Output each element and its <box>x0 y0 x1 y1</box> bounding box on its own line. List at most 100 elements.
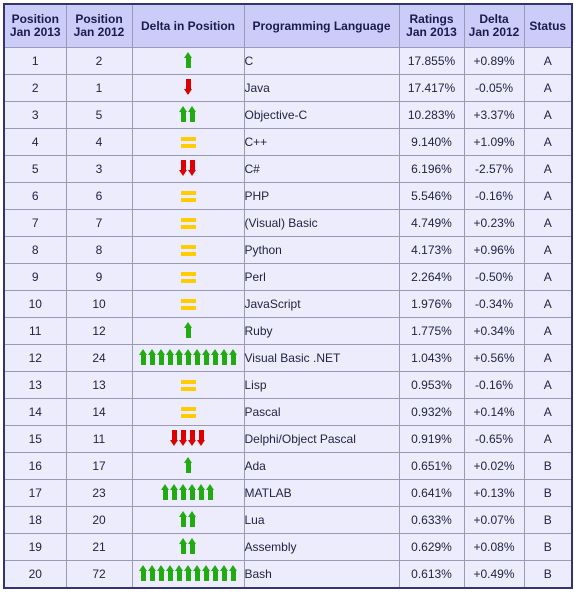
cell-status: B <box>523 533 573 561</box>
cell-ratings: 17.855% <box>398 47 465 75</box>
cell-ratings: 0.633% <box>398 506 465 534</box>
table-row: 2 1 Java 17.417% -0.05% A <box>3 74 573 102</box>
cell-position-2012: 2 <box>65 47 133 75</box>
tiobe-index-table: Position Jan 2013 Position Jan 2012 Delta in… <box>3 3 573 589</box>
cell-language: JavaScript <box>243 290 400 318</box>
equals-icon <box>180 136 196 148</box>
cell-language: Delphi/Object Pascal <box>243 425 400 453</box>
cell-position-2012: 72 <box>65 560 133 589</box>
cell-position-2013: 18 <box>3 506 67 534</box>
cell-status: A <box>523 398 573 426</box>
arrow-up-icon <box>219 348 229 365</box>
cell-status: A <box>523 425 573 453</box>
cell-position-2012: 21 <box>65 533 133 561</box>
arrow-up-icon <box>183 51 193 68</box>
equals-icon <box>180 217 196 229</box>
arrow-up-icon <box>161 483 170 500</box>
cell-language: C++ <box>243 128 400 156</box>
delta-up-arrows <box>131 101 245 129</box>
column-header-ratings: Ratings Jan 2013 <box>398 3 465 48</box>
cell-delta-rating: +0.13% <box>463 479 525 507</box>
table-row: 11 12 Ruby 1.775% +0.34% A <box>3 317 573 345</box>
cell-position-2012: 8 <box>65 236 133 264</box>
cell-delta-rating: +0.07% <box>463 506 525 534</box>
cell-position-2012: 14 <box>65 398 133 426</box>
arrow-group <box>183 78 193 95</box>
arrow-down-icon <box>188 159 197 176</box>
arrow-down-icon <box>197 429 206 446</box>
tiobe-table-container: Position Jan 2013 Position Jan 2012 Delta in… <box>0 0 574 589</box>
cell-language: Java <box>243 74 400 102</box>
cell-ratings: 4.173% <box>398 236 465 264</box>
cell-status: B <box>523 506 573 534</box>
table-row: 5 3 C# 6.196% -2.57% A <box>3 155 573 183</box>
cell-position-2013: 17 <box>3 479 67 507</box>
arrow-up-icon <box>179 537 188 554</box>
cell-delta-rating: -0.50% <box>463 263 525 291</box>
delta-equal-icon <box>131 371 245 399</box>
column-header-line2: Jan 2012 <box>468 25 520 39</box>
cell-delta-rating: +0.08% <box>463 533 525 561</box>
cell-position-2013: 16 <box>3 452 67 480</box>
arrow-up-icon <box>138 564 148 581</box>
cell-delta-rating: -2.57% <box>463 155 525 183</box>
delta-down-arrows <box>131 425 245 453</box>
delta-up-arrows <box>131 533 245 561</box>
cell-status: A <box>523 371 573 399</box>
arrow-up-icon <box>210 348 220 365</box>
arrow-group <box>170 429 206 446</box>
table-row: 10 10 JavaScript 1.976% -0.34% A <box>3 290 573 318</box>
arrow-up-icon <box>179 483 188 500</box>
delta-up-arrows <box>131 47 245 75</box>
column-header-language: Programming Language <box>243 3 400 48</box>
arrow-group <box>183 51 193 68</box>
cell-position-2013: 7 <box>3 209 67 237</box>
cell-language: C <box>243 47 400 75</box>
equals-icon <box>180 190 196 202</box>
cell-position-2013: 20 <box>3 560 67 589</box>
cell-language: Python <box>243 236 400 264</box>
arrow-group <box>179 159 197 176</box>
table-row: 1 2 C 17.855% +0.89% A <box>3 47 573 75</box>
column-header-line1: Programming Language <box>252 18 391 33</box>
cell-status: A <box>523 344 573 372</box>
arrow-group <box>183 456 193 473</box>
arrow-up-icon <box>183 564 193 581</box>
cell-ratings: 10.283% <box>398 101 465 129</box>
cell-position-2013: 14 <box>3 398 67 426</box>
cell-status: A <box>523 101 573 129</box>
cell-status: A <box>523 182 573 210</box>
arrow-group <box>179 510 197 527</box>
cell-status: A <box>523 128 573 156</box>
delta-up-arrows <box>131 506 245 534</box>
cell-status: A <box>523 74 573 102</box>
delta-equal-icon <box>131 398 245 426</box>
table-header: Position Jan 2013 Position Jan 2012 Delta in… <box>3 3 573 48</box>
cell-delta-rating: -0.65% <box>463 425 525 453</box>
arrow-group <box>161 483 215 500</box>
arrow-up-icon <box>147 348 157 365</box>
cell-language: Assembly <box>243 533 400 561</box>
cell-ratings: 6.196% <box>398 155 465 183</box>
table-body: 1 2 C 17.855% +0.89% A 2 1 Java 17.417% -0.05% A 3 5 O… <box>3 47 573 589</box>
cell-delta-rating: +0.89% <box>463 47 525 75</box>
cell-position-2012: 4 <box>65 128 133 156</box>
arrow-up-icon <box>179 510 188 527</box>
delta-up-arrows <box>131 452 245 480</box>
equals-icon <box>180 406 196 418</box>
equals-icon <box>180 271 196 283</box>
arrow-up-icon <box>188 537 197 554</box>
cell-position-2013: 6 <box>3 182 67 210</box>
table-row: 7 7 (Visual) Basic 4.749% +0.23% A <box>3 209 573 237</box>
arrow-group <box>183 321 193 338</box>
cell-status: A <box>523 290 573 318</box>
cell-ratings: 0.641% <box>398 479 465 507</box>
cell-position-2012: 7 <box>65 209 133 237</box>
cell-position-2012: 6 <box>65 182 133 210</box>
cell-position-2013: 1 <box>3 47 67 75</box>
arrow-up-icon <box>210 564 220 581</box>
cell-ratings: 0.629% <box>398 533 465 561</box>
cell-ratings: 4.749% <box>398 209 465 237</box>
arrow-down-icon <box>179 159 188 176</box>
cell-delta-rating: +0.34% <box>463 317 525 345</box>
